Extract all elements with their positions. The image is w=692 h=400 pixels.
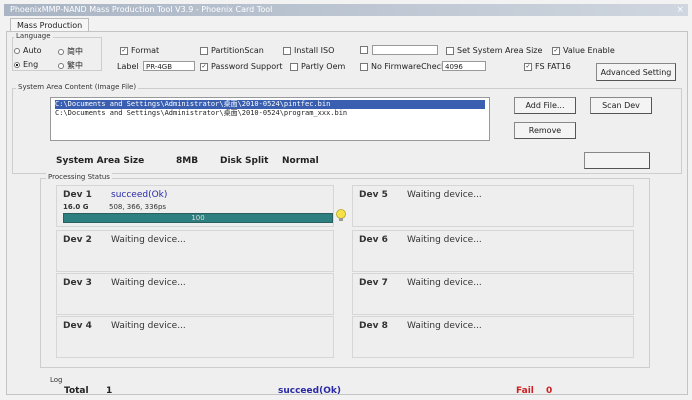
device-panel-3: Dev 3 Waiting device...: [56, 273, 334, 315]
disk-split-label: Disk Split: [220, 156, 269, 166]
check-icon: ✓: [524, 62, 532, 71]
scan-dev-button[interactable]: Scan Dev: [590, 97, 652, 114]
succeed-status: succeed(Ok): [278, 386, 341, 396]
total-value: 1: [106, 386, 113, 396]
system-area-size-value: 8MB: [176, 156, 199, 166]
total-label: Total: [64, 386, 89, 396]
device-status: Waiting device...: [407, 190, 482, 200]
close-icon[interactable]: ×: [676, 4, 684, 16]
device-status: Waiting device...: [407, 235, 482, 245]
device-panel-6: Dev 6 Waiting device...: [352, 230, 634, 272]
device-label: Dev 5: [359, 190, 388, 200]
device-panel-5: Dev 5 Waiting device...: [352, 185, 634, 227]
window-titlebar: PhoenixMMP-NAND Mass Production Tool V3.…: [4, 4, 688, 16]
install-iso-checkbox[interactable]: Install ISO: [283, 46, 334, 55]
label-title: Label: [117, 62, 139, 71]
partition-scan-checkbox[interactable]: PartitionScan: [200, 46, 264, 55]
device-panel-4: Dev 4 Waiting device...: [56, 316, 334, 358]
checkbox-box: [283, 46, 291, 55]
checkbox-box: [360, 62, 368, 71]
no-firmware-check-checkbox[interactable]: No FirmwareCheck: [360, 62, 446, 71]
device-status: Waiting device...: [111, 321, 186, 331]
device-panel-2: Dev 2 Waiting device...: [56, 230, 334, 272]
device-panel-8: Dev 8 Waiting device...: [352, 316, 634, 358]
device-label: Dev 3: [63, 278, 92, 288]
check-icon: ✓: [552, 46, 560, 55]
firmware-value-select[interactable]: 4096: [442, 61, 486, 71]
language-auto-radio[interactable]: Auto: [14, 46, 42, 55]
window-title: PhoenixMMP-NAND Mass Production Tool V3.…: [10, 5, 273, 14]
device-label: Dev 6: [359, 235, 388, 245]
format-checkbox[interactable]: ✓ Format: [120, 46, 159, 55]
device-speed: 508, 366, 336ps: [109, 203, 167, 211]
fail-value: 0: [546, 386, 553, 396]
checkbox-box: [290, 62, 298, 71]
device-label: Dev 1: [63, 190, 92, 200]
checkbox-box: [360, 46, 368, 54]
set-system-area-size-checkbox[interactable]: Set System Area Size: [446, 46, 542, 55]
device-label: Dev 7: [359, 278, 388, 288]
check-icon: ✓: [200, 62, 208, 71]
radio-dot-selected: [14, 61, 20, 68]
device-status: Waiting device...: [111, 235, 186, 245]
remove-button[interactable]: Remove: [514, 122, 576, 139]
progress-bar: 100: [63, 213, 333, 223]
tab-mass-production[interactable]: Mass Production: [10, 18, 90, 32]
language-zh-cn-radio[interactable]: 简中: [58, 46, 83, 57]
system-area-title: System Area Content (Image File): [16, 83, 139, 91]
lightbulb-icon: [336, 209, 346, 221]
checkbox-box: [446, 46, 454, 55]
extra-button[interactable]: [584, 152, 650, 169]
add-file-button[interactable]: Add File...: [514, 97, 576, 114]
language-eng-radio[interactable]: Eng: [14, 60, 38, 69]
radio-dot: [14, 47, 20, 54]
processing-status-title: Processing Status: [46, 173, 112, 181]
device-status: Waiting device...: [407, 278, 482, 288]
device-label: Dev 2: [63, 235, 92, 245]
radio-dot: [58, 48, 64, 55]
partly-oem-checkbox[interactable]: Partly Oem: [290, 62, 345, 71]
device-status: Waiting device...: [407, 321, 482, 331]
value-enable-checkbox[interactable]: ✓ Value Enable: [552, 46, 615, 55]
password-support-checkbox[interactable]: ✓ Password Support: [200, 62, 283, 71]
fs-fat16-checkbox[interactable]: ✓ FS FAT16: [524, 62, 571, 71]
list-item[interactable]: C:\Documents and Settings\Administrator\…: [55, 109, 485, 118]
image-file-list[interactable]: C:\Documents and Settings\Administrator\…: [50, 97, 490, 141]
unnamed-checkbox[interactable]: [360, 46, 371, 54]
check-icon: ✓: [120, 46, 128, 55]
log-title: Log: [48, 376, 65, 384]
disk-split-value: Normal: [282, 156, 319, 166]
radio-dot: [58, 62, 64, 69]
language-zh-tw-radio[interactable]: 繁中: [58, 60, 83, 71]
device-label: Dev 8: [359, 321, 388, 331]
device-label: Dev 4: [63, 321, 92, 331]
system-area-size-label: System Area Size: [56, 156, 145, 166]
advanced-setting-button[interactable]: Advanced Setting: [596, 63, 676, 81]
list-item[interactable]: C:\Documents and Settings\Administrator\…: [55, 100, 485, 109]
device-panel-1: Dev 1 succeed(Ok) 16.0 G 508, 366, 336ps…: [56, 185, 346, 227]
checkbox-box: [200, 46, 208, 55]
device-status: succeed(Ok): [111, 190, 168, 200]
device-panel-7: Dev 7 Waiting device...: [352, 273, 634, 315]
iso-path-input[interactable]: [372, 45, 438, 55]
device-capacity: 16.0 G: [63, 203, 89, 211]
device-status: Waiting device...: [111, 278, 186, 288]
language-title: Language: [14, 32, 53, 40]
progress-text: 100: [191, 214, 205, 222]
label-input[interactable]: PR-4GB: [143, 61, 195, 71]
fail-label: Fail: [516, 386, 534, 396]
